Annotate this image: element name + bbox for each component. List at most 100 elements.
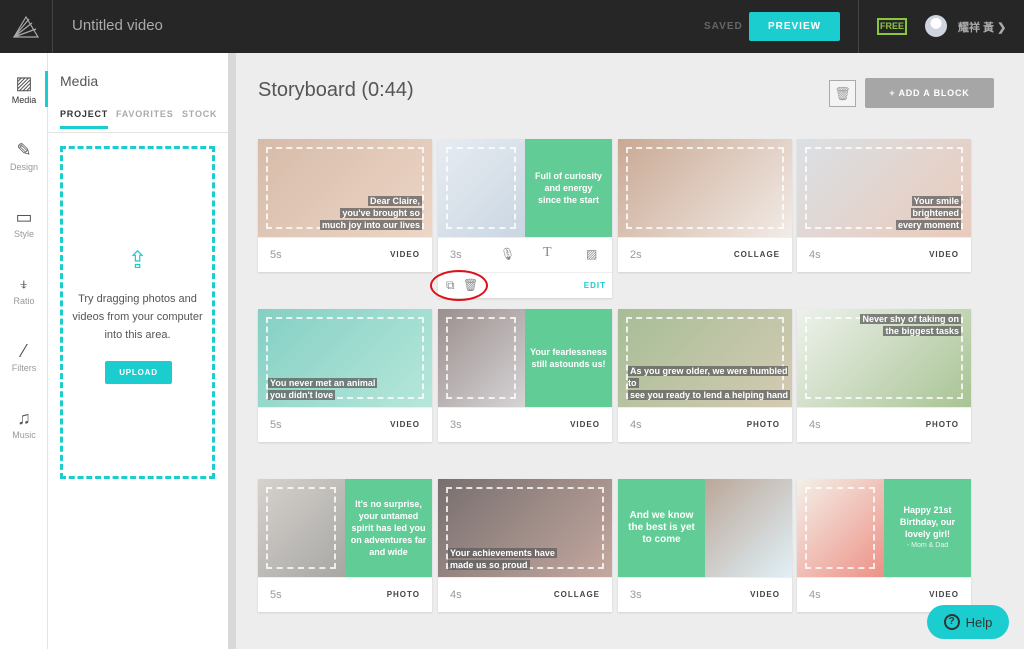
image-icon[interactable]: ▨ [586,247,597,261]
card-edit-bar: ⧉ 🗑 EDIT [430,270,612,301]
logo[interactable] [0,0,53,53]
thumbnail[interactable]: Happy 21st Birthday, our lovely girl! - Mom… [797,479,971,577]
magic-wand-icon: ⁄ [22,341,26,361]
duration[interactable]: 3s [630,589,642,601]
block-type: PHOTO [925,420,959,429]
divider [858,0,859,53]
duration[interactable]: 2s [630,249,642,261]
storyboard-card[interactable]: As you grew older, we were humbled to see… [618,309,792,442]
rail-item-ratio[interactable]: ⍖ Ratio [0,254,48,314]
caption-line: you didn't love [268,390,336,400]
plan-badge[interactable]: FREE [877,18,907,35]
crop-frame [446,147,516,229]
caption: Your smile brightened every moment [895,195,961,231]
storyboard-card[interactable]: And we know the best is yet to come 3s VIDEO [618,479,792,612]
storyboard-card[interactable]: Your smile brightened every moment 4s VIDEO [797,139,971,272]
card-footer: 3s 🎙 T ▨ [438,237,612,272]
add-block-button[interactable]: + ADD A BLOCK [865,78,994,108]
caption-line: the best is yet [628,522,695,533]
music-icon: ♫ [17,408,31,428]
photo [705,479,792,577]
caption-line: Full of curiosity [534,171,602,181]
storyboard-card[interactable]: Never shy of taking on the biggest tasks 4… [797,309,971,442]
storyboard-card[interactable]: 2s COLLAGE [618,139,792,272]
duration[interactable]: 5s [270,249,282,261]
caption-line: spirit has led you [351,523,426,533]
text-slide: Your fearlessness still astounds us! [525,309,612,407]
storyboard-card[interactable]: You never met an animal you didn't love 5s… [258,309,432,442]
rail-label: Design [9,162,38,172]
duration[interactable]: 4s [809,419,821,431]
storyboard-card[interactable]: Your achievements have made us so proud 4s… [438,479,612,612]
upload-icon: ⇪ [127,247,148,274]
tab-project[interactable]: PROJECT [60,109,109,129]
rail-item-filters[interactable]: ⁄ Filters [0,321,48,381]
thumbnail[interactable]: Full of curiosity and energy since the sta… [438,139,612,237]
card-footer: 4s PHOTO [618,407,792,442]
block-type: PHOTO [746,420,780,429]
microphone-icon[interactable]: 🎙 [500,247,515,261]
avatar[interactable] [925,15,947,37]
caption-line: Dear Claire, [367,196,422,206]
rail-item-design[interactable]: ✎ Design [0,120,48,180]
caption: Never shy of taking on the biggest tasks [860,313,961,337]
storyboard-card[interactable]: It's no surprise, your untamed spirit has … [258,479,432,612]
rail-item-media[interactable]: ▨ Media [0,53,48,113]
thumbnail[interactable]: And we know the best is yet to come [618,479,792,577]
tab-stock[interactable]: STOCK [182,109,217,119]
caption-line: Your smile [911,196,961,206]
caption-line: much joy into our lives [319,220,422,230]
thumbnail[interactable] [618,139,792,237]
tool-rail: ▨ Media ✎ Design ▭ Style ⍖ Ratio ⁄ Filters ♫ M… [0,53,48,649]
duration[interactable]: 4s [809,589,821,601]
ratio-icon: ⍖ [18,274,30,294]
storyboard-card[interactable]: Full of curiosity and energy since the sta… [430,139,612,301]
duration[interactable]: 5s [270,589,282,601]
upload-button[interactable]: UPLOAD [105,361,172,384]
text-icon[interactable]: T [543,245,552,261]
user-menu[interactable]: 耀祥 黃 ❯ [958,19,1006,35]
caption: Dear Claire, you've brought so much joy in… [319,195,422,231]
thumbnail[interactable]: You never met an animal you didn't love [258,309,432,407]
storyboard-card[interactable]: Your fearlessness still astounds us! 3s VID… [438,309,612,442]
help-button[interactable]: ? Help [927,605,1009,639]
caption-line: It's no surprise, [355,499,422,509]
card-footer: 3s VIDEO [618,577,792,612]
thumbnail[interactable]: Your achievements have made us so proud [438,479,612,577]
tab-favorites[interactable]: FAVORITES [116,109,174,119]
thumbnail[interactable]: As you grew older, we were humbled to see… [618,309,792,407]
crop-frame [266,487,336,569]
preview-button[interactable]: PREVIEW [749,12,840,41]
block-type: VIDEO [750,590,780,599]
block-type: VIDEO [390,420,420,429]
storyboard-card[interactable]: Happy 21st Birthday, our lovely girl! - Mom… [797,479,971,612]
thumbnail[interactable]: Your fearlessness still astounds us! [438,309,612,407]
thumbnail[interactable]: Your smile brightened every moment [797,139,971,237]
rail-item-style[interactable]: ▭ Style [0,187,48,247]
edit-button[interactable]: EDIT [584,281,606,290]
thumbnail[interactable]: It's no surprise, your untamed spirit has … [258,479,432,577]
card-footer: 5s PHOTO [258,577,432,612]
text-slide: It's no surprise, your untamed spirit has … [345,479,432,577]
duration[interactable]: 5s [270,419,282,431]
save-status: SAVED [704,21,743,32]
duration[interactable]: 4s [450,589,462,601]
duration[interactable]: 4s [630,419,642,431]
thumbnail[interactable]: Dear Claire, you've brought so much joy in… [258,139,432,237]
delete-all-button[interactable]: 🗑 [829,80,856,107]
caption: As you grew older, we were humbled to see… [628,365,792,401]
caption-line: you've brought so [340,208,422,218]
thumbnail[interactable]: Never shy of taking on the biggest tasks [797,309,971,407]
block-type: COLLAGE [553,590,600,599]
upload-dropzone[interactable]: ⇪ Try dragging photos and videos from yo… [60,146,215,479]
rail-item-music[interactable]: ♫ Music [0,388,48,448]
caption-line: still astounds us! [531,359,606,369]
panel-title: Media [60,73,99,89]
storyboard-card[interactable]: Dear Claire, you've brought so much joy in… [258,139,432,272]
duration[interactable]: 3s [450,249,462,261]
panel-resize-handle[interactable] [228,53,236,649]
duration[interactable]: 3s [450,419,462,431]
caption-signature: - Mom & Dad [906,542,949,549]
duration[interactable]: 4s [809,249,821,261]
video-title[interactable]: Untitled video [72,17,163,34]
